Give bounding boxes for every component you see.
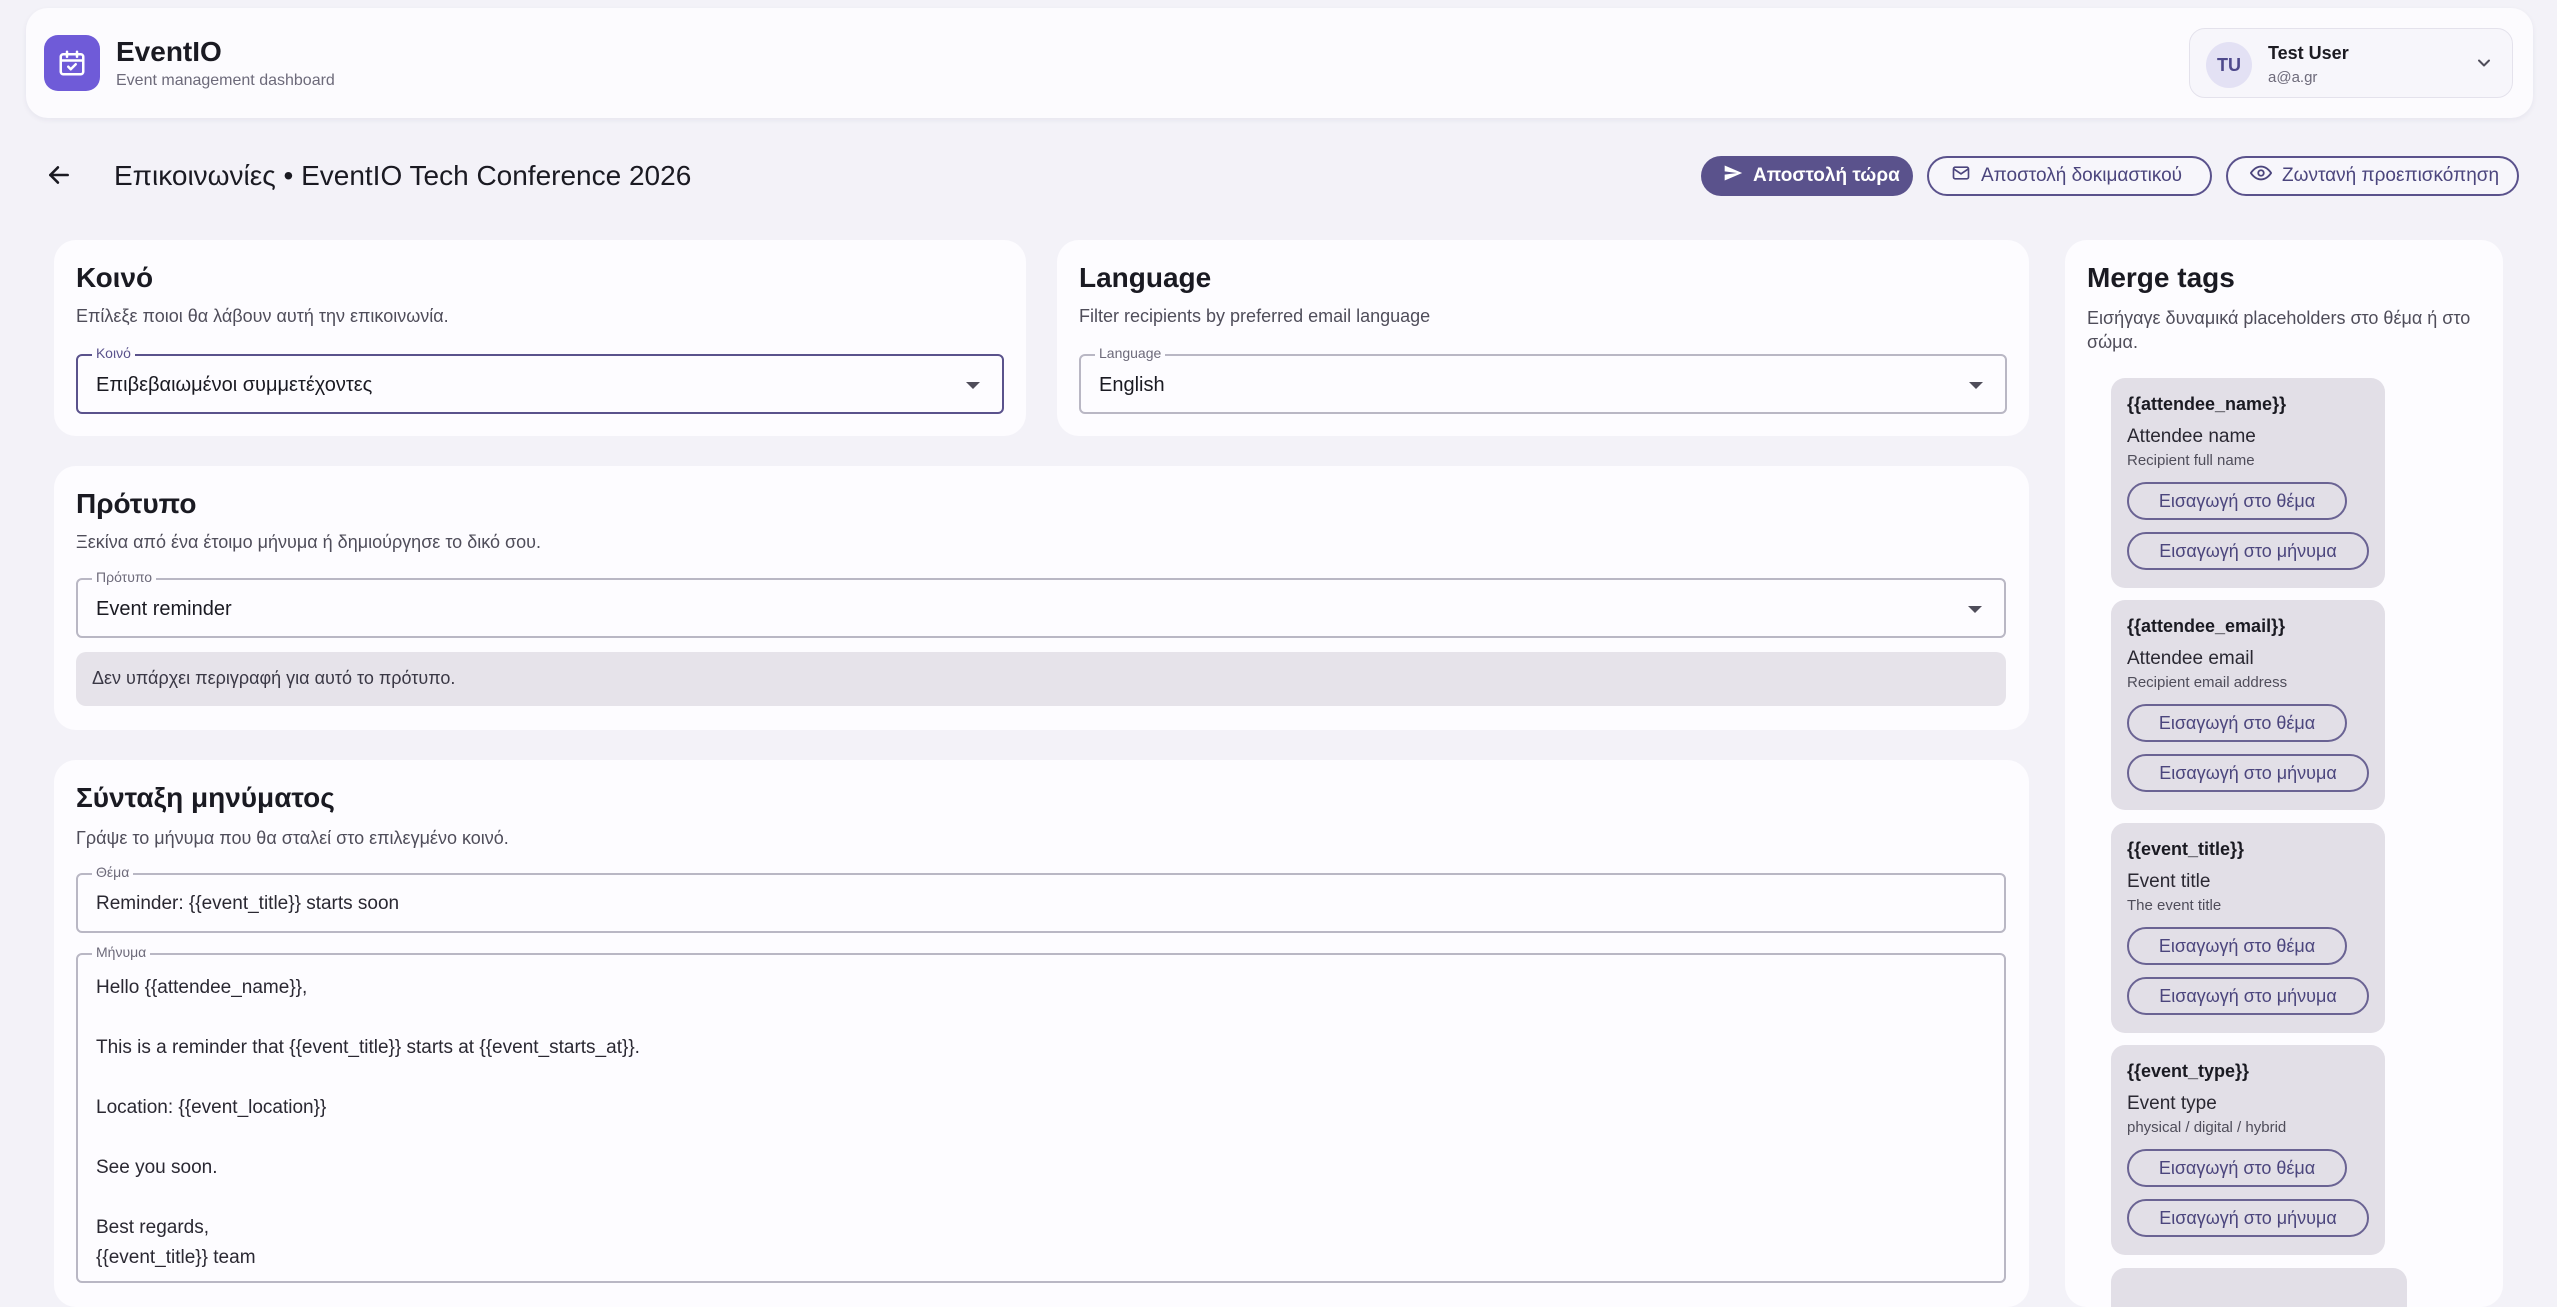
insert-body-button[interactable]: Εισαγωγή στο μήνυμα: [2127, 532, 2369, 570]
audience-value: Επιβεβαιωμένοι συμμετέχοντες: [96, 374, 373, 396]
dropdown-caret-icon: [1968, 606, 1982, 613]
template-title: Πρότυπο: [76, 488, 197, 519]
merge-tag-hint: The event title: [2127, 897, 2222, 914]
merge-tag-item: {{event_title}} Event title The event ti…: [2111, 823, 2385, 1033]
top-bar: EventIO Event management dashboard TU Te…: [26, 8, 2533, 118]
user-menu[interactable]: TU Test User a@a.gr: [2189, 28, 2513, 98]
message-value: Hello {{attendee_name}}, This is a remin…: [96, 977, 640, 1268]
dropdown-caret-icon: [1969, 382, 1983, 389]
merge-tag-hint: Recipient email address: [2127, 674, 2288, 691]
insert-body-button[interactable]: Εισαγωγή στο μήνυμα: [2127, 1199, 2369, 1237]
template-value: Event reminder: [96, 598, 232, 620]
insert-subject-button[interactable]: Εισαγωγή στο θέμα: [2127, 1149, 2347, 1187]
merge-tag-hint: Recipient full name: [2127, 452, 2255, 469]
audience-card: Κοινό Επίλεξε ποιοι θα λάβουν αυτή την ε…: [54, 240, 1026, 436]
page-title: Επικοινωνίες • EventIO Tech Conference 2…: [114, 160, 692, 191]
language-value: English: [1099, 374, 1165, 396]
merge-tags-card: Merge tags Εισήγαγε δυναμικά placeholder…: [2065, 240, 2503, 1307]
insert-subject-button[interactable]: Εισαγωγή στο θέμα: [2127, 704, 2347, 742]
merge-tag-name: Attendee name: [2127, 426, 2256, 447]
template-select[interactable]: Πρότυπο Event reminder: [76, 569, 2006, 638]
subject-value: Reminder: {{event_title}} starts soon: [96, 893, 400, 914]
language-field-label: Language: [1095, 345, 1166, 361]
audience-select[interactable]: Κοινό Επιβεβαιωμένοι συμμετέχοντες: [76, 345, 1004, 414]
audience-title: Κοινό: [76, 262, 154, 293]
send-test-label: Αποστολή δοκιμαστικού: [1981, 165, 2183, 186]
compose-description: Γράψε το μήνυμα που θα σταλεί στο επιλεγ…: [76, 828, 509, 848]
user-email: a@a.gr: [2268, 69, 2318, 86]
compose-title: Σύνταξη μηνύματος: [76, 782, 335, 813]
merge-tag-name: Attendee email: [2127, 648, 2254, 669]
insert-subject-button[interactable]: Εισαγωγή στο θέμα: [2127, 927, 2347, 965]
insert-body-button[interactable]: Εισαγωγή στο μήνυμα: [2127, 754, 2369, 792]
merge-tag-code: {{event_type}}: [2127, 1061, 2250, 1081]
language-card: Language Filter recipients by preferred …: [1057, 240, 2029, 436]
send-test-button[interactable]: Αποστολή δοκιμαστικού: [1927, 156, 2212, 196]
merge-tag-code: {{event_title}}: [2127, 839, 2245, 859]
merge-tag-item: [2111, 1268, 2407, 1307]
send-now-button[interactable]: Αποστολή τώρα: [1701, 156, 1913, 196]
calendar-icon: [44, 35, 100, 91]
subject-input[interactable]: Θέμα Reminder: {{event_title}} starts so…: [76, 864, 2006, 933]
template-note: Δεν υπάρχει περιγραφή για αυτό το πρότυπ…: [76, 652, 2006, 706]
merge-tag-hint: physical / digital / hybrid: [2127, 1119, 2287, 1136]
live-preview-button[interactable]: Ζωντανή προεπισκόπηση: [2226, 156, 2519, 196]
template-description: Ξεκίνα από ένα έτοιμο μήνυμα ή δημιούργη…: [76, 532, 541, 552]
merge-tags-title: Merge tags: [2087, 262, 2235, 293]
chevron-down-icon[interactable]: [2474, 53, 2494, 78]
merge-tag-code: {{attendee_name}}: [2127, 394, 2287, 414]
mail-icon: [1951, 163, 1971, 189]
insert-body-button[interactable]: Εισαγωγή στο μήνυμα: [2127, 977, 2369, 1015]
template-card: Πρότυπο Ξεκίνα από ένα έτοιμο μήνυμα ή δ…: [54, 466, 2029, 730]
app-subtitle: Event management dashboard: [116, 72, 335, 89]
merge-tags-description: Εισήγαγε δυναμικά placeholders στο θέμα …: [2087, 308, 2471, 352]
message-textarea[interactable]: Μήνυμα Hello {{attendee_name}}, This is …: [76, 944, 2006, 1283]
merge-tag-item: {{attendee_email}} Attendee email Recipi…: [2111, 600, 2385, 810]
user-name: Test User: [2268, 43, 2349, 63]
template-field-label: Πρότυπο: [92, 569, 157, 585]
merge-tag-item: {{attendee_name}} Attendee name Recipien…: [2111, 378, 2385, 588]
merge-tag-name: Event type: [2127, 1093, 2217, 1114]
merge-tag-item: {{event_type}} Event type physical / dig…: [2111, 1045, 2385, 1255]
avatar: TU: [2206, 42, 2252, 88]
subject-field-label: Θέμα: [92, 864, 134, 880]
back-arrow-icon[interactable]: [44, 160, 74, 190]
merge-tag-name: Event title: [2127, 871, 2211, 892]
message-field-label: Μήνυμα: [92, 944, 151, 960]
live-preview-label: Ζωντανή προεπισκόπηση: [2282, 165, 2500, 186]
send-icon: [1723, 163, 1743, 189]
language-title: Language: [1079, 262, 1212, 293]
dropdown-caret-icon: [966, 382, 980, 389]
app-name: EventIO: [116, 36, 222, 67]
language-description: Filter recipients by preferred email lan…: [1079, 306, 1431, 326]
eye-icon: [2249, 162, 2273, 190]
merge-tag-code: {{attendee_email}}: [2127, 616, 2286, 636]
insert-subject-button[interactable]: Εισαγωγή στο θέμα: [2127, 482, 2347, 520]
audience-description: Επίλεξε ποιοι θα λάβουν αυτή την επικοιν…: [76, 306, 449, 326]
send-now-label: Αποστολή τώρα: [1753, 165, 1900, 186]
audience-field-label: Κοινό: [92, 345, 135, 361]
language-select[interactable]: Language English: [1079, 345, 2007, 414]
compose-card: Σύνταξη μηνύματος Γράψε το μήνυμα που θα…: [54, 760, 2029, 1307]
